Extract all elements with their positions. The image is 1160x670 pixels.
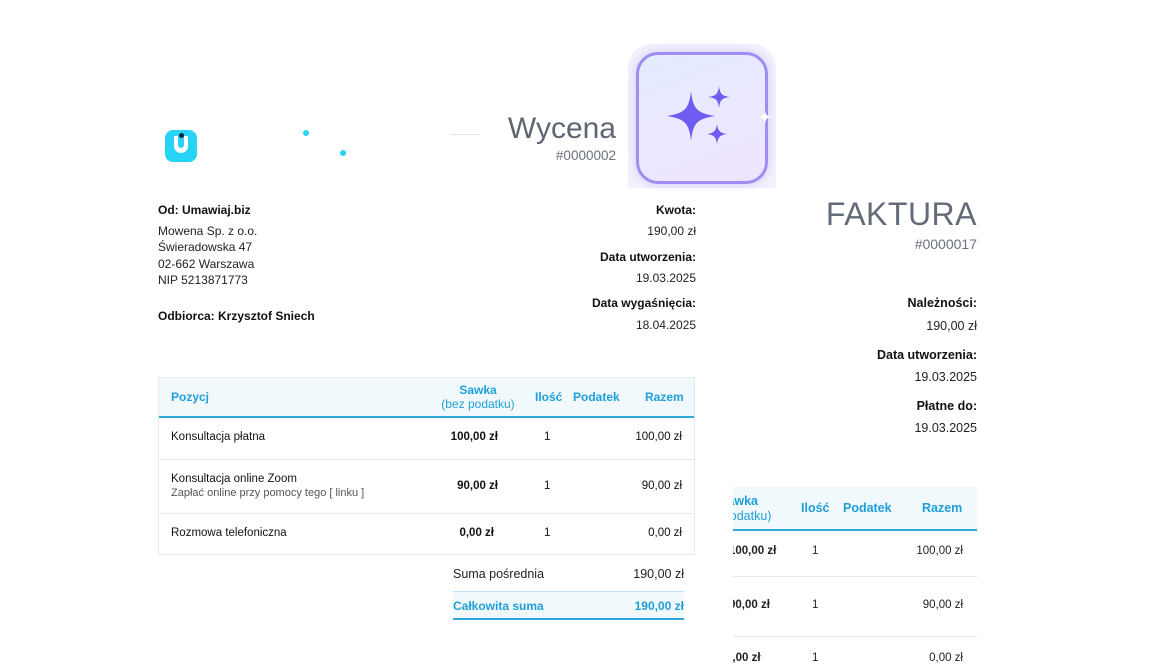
row-rate: 0,00 zł	[459, 527, 494, 539]
row-qty: 1	[544, 527, 551, 539]
row-total: 90,00 zł	[641, 480, 682, 492]
created-label: Data utworzenia:	[599, 250, 696, 264]
amount-value: 190,00 zł	[647, 224, 696, 238]
small-sparkle-icon	[758, 110, 772, 124]
faktura-row-total: 0,00 zł	[929, 652, 963, 664]
faktura-row-qty: 1	[812, 545, 819, 557]
col-total: Razem	[645, 390, 684, 404]
faktura-row-rate: 90,00 zł	[733, 599, 770, 611]
faktura-due-value: 190,00 zł	[926, 319, 977, 333]
row-item-name: Konsultacja płatna	[171, 431, 265, 443]
row-total: 0,00 zł	[648, 527, 682, 539]
faktura-row-qty: 1	[812, 652, 819, 664]
faktura-col-qty: Ilość	[801, 501, 830, 515]
faktura-pay-by-label: Płatne do:	[916, 399, 977, 413]
row-total: 100,00 zł	[635, 431, 682, 443]
faktura-col-total: Razem	[922, 501, 963, 515]
faktura-title: FAKTURA	[825, 196, 977, 232]
recipient-label: Odbiorca: Krzysztof Sniech	[158, 309, 315, 323]
created-value: 19.03.2025	[635, 271, 696, 285]
total-label: Całkowita suma	[453, 599, 544, 613]
row-qty: 1	[544, 431, 551, 443]
row-divider	[159, 513, 694, 514]
faktura-created-label: Data utworzenia:	[876, 348, 977, 362]
ai-badge[interactable]	[636, 52, 768, 184]
decor-dot-icon	[303, 130, 309, 136]
faktura-col-tax: Podatek	[843, 501, 892, 515]
row-divider	[733, 636, 977, 637]
faktura-due-label: Należności:	[907, 296, 977, 310]
amount-label: Kwota:	[656, 203, 696, 217]
faktura-row-rate: 100,00 zł	[733, 545, 777, 557]
row-item-name: Rozmowa telefoniczna	[171, 527, 287, 539]
expires-value: 18.04.2025	[635, 318, 696, 332]
row-rate: 90,00 zł	[457, 480, 498, 492]
faktura-number: #0000017	[914, 236, 977, 252]
table-header: Pozycj Sawka (bez podatku) Ilość Podatek…	[159, 378, 694, 418]
wycena-items-table: Pozycj Sawka (bez podatku) Ilość Podatek…	[158, 377, 695, 555]
faktura-row-total: 100,00 zł	[916, 545, 963, 557]
faktura-items-table: Sawka (bez podatku) Ilość Podatek Razem …	[733, 487, 977, 670]
row-qty: 1	[544, 480, 551, 492]
faktura-table-header: Sawka (bez podatku) Ilość Podatek Razem	[733, 487, 977, 531]
from-line: Świeradowska 47	[158, 240, 253, 254]
wycena-title: Wycena	[507, 112, 616, 145]
faktura-row-qty: 1	[812, 599, 819, 611]
subtotal-value: 190,00 zł	[633, 567, 684, 581]
faktura-col-rate-sub: (bez podatku)	[733, 509, 772, 523]
decor-dot-icon	[340, 150, 346, 156]
brand-logo-icon	[165, 130, 197, 162]
from-line: 02-662 Warszawa	[158, 257, 255, 271]
faktura-created-value: 19.03.2025	[914, 370, 977, 384]
col-tax: Podatek	[573, 390, 620, 404]
col-qty: Ilość	[535, 390, 563, 404]
total-value: 190,00 zł	[634, 599, 684, 613]
col-rate-sub: (bez podatku)	[441, 397, 515, 411]
from-line: NIP 5213871773	[158, 273, 248, 287]
row-rate: 100,00 zł	[450, 431, 498, 443]
row-item-note: Zapłać online przy pomocy tego [ linku ]	[171, 487, 365, 499]
faktura-col-rate: Sawka	[733, 494, 758, 508]
faktura-pay-by-value: 19.03.2025	[914, 421, 977, 435]
expires-label: Data wygaśnięcia:	[591, 296, 696, 310]
col-rate: Sawka	[459, 383, 497, 397]
wycena-number: #0000002	[555, 148, 616, 163]
subtotal-label: Suma pośrednia	[453, 567, 545, 581]
faktura-row-rate: 0,00 zł	[733, 652, 761, 664]
from-line: Mowena Sp. z o.o.	[158, 224, 258, 238]
row-divider	[733, 576, 977, 577]
from-label: Od: Umawiaj.biz	[158, 203, 251, 217]
sparkles-icon	[667, 86, 730, 144]
row-divider	[159, 459, 694, 460]
col-item: Pozycj	[171, 390, 210, 404]
faktura-row-total: 90,00 zł	[922, 599, 963, 611]
row-item-name: Konsultacja online Zoom	[171, 473, 297, 485]
